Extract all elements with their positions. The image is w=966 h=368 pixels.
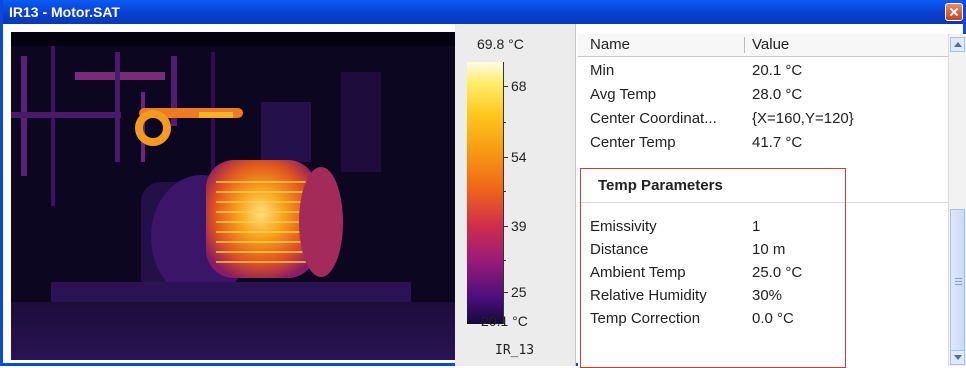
param-row-name[interactable]: Relative Humidity [590,287,707,304]
grip-line [955,278,962,279]
property-row-value[interactable]: 28.0 °C [752,86,802,103]
column-header-name[interactable]: Name [590,36,630,53]
window-title: IR13 - Motor.SAT [9,4,120,20]
param-row-name[interactable]: Ambient Temp [590,264,686,281]
scale-tick-label: 68 [511,78,527,94]
property-row-value[interactable]: {X=160,Y=120} [752,110,854,127]
image-name-label: IR_13 [495,343,535,358]
param-row-name[interactable]: Emissivity [590,218,657,235]
thermal-image[interactable] [11,32,455,360]
temperature-scale-panel: 69.8 °C 68 54 39 25 20.1 °C IR_13 [455,24,576,366]
scale-minor-tick [503,260,506,261]
property-row-value[interactable]: 41.7 °C [752,134,802,151]
param-row-value[interactable]: 10 m [752,241,785,258]
property-row-value[interactable]: 20.1 °C [752,62,802,79]
scale-tick-label: 25 [511,284,527,300]
param-row-name[interactable]: Temp Correction [590,310,700,327]
scale-tick [503,226,508,227]
scale-tick-label: 54 [511,149,527,165]
scroll-up-icon[interactable] [950,37,965,52]
param-row-name[interactable]: Distance [590,241,648,258]
property-row-name[interactable]: Min [590,62,614,79]
scrollbar-thumb[interactable] [950,209,965,359]
window: IR13 - Motor.SAT 69.8 °C 68 54 39 25 20.… [0,0,966,368]
scale-min-temp: 20.1 °C [481,313,528,329]
param-row-value[interactable]: 1 [752,218,760,235]
property-row-name[interactable]: Center Coordinat... [590,110,717,127]
grip-line [955,284,962,285]
scale-minor-tick [503,122,506,123]
thermal-image-graphic [11,32,455,360]
close-icon[interactable] [945,3,963,21]
properties-header: Name Value [578,34,948,57]
scale-tick [503,292,508,293]
column-header-value[interactable]: Value [752,36,789,53]
property-row-name[interactable]: Avg Temp [590,86,656,103]
temp-parameters-section-title[interactable]: Temp Parameters [598,177,723,194]
title-bar[interactable]: IR13 - Motor.SAT [3,0,963,24]
scale-tick-label: 39 [511,218,527,234]
param-row-value[interactable]: 25.0 °C [752,264,802,281]
scroll-down-icon[interactable] [950,350,965,365]
scale-tick [503,157,508,158]
column-separator[interactable] [744,37,745,53]
param-row-value[interactable]: 30% [752,287,782,304]
grip-line [955,281,962,282]
scale-max-temp: 69.8 °C [477,36,524,52]
vertical-scrollbar[interactable] [948,34,966,366]
section-divider [578,202,948,203]
param-row-value[interactable]: 0.0 °C [752,310,794,327]
scale-minor-tick [503,191,506,192]
color-scale-bar [467,62,503,324]
properties-grid: Name Value Min 20.1 °C Avg Temp 28.0 °C … [578,34,948,366]
scale-tick [503,86,508,87]
scale-axis-line [503,62,504,324]
property-row-name[interactable]: Center Temp [590,134,676,151]
